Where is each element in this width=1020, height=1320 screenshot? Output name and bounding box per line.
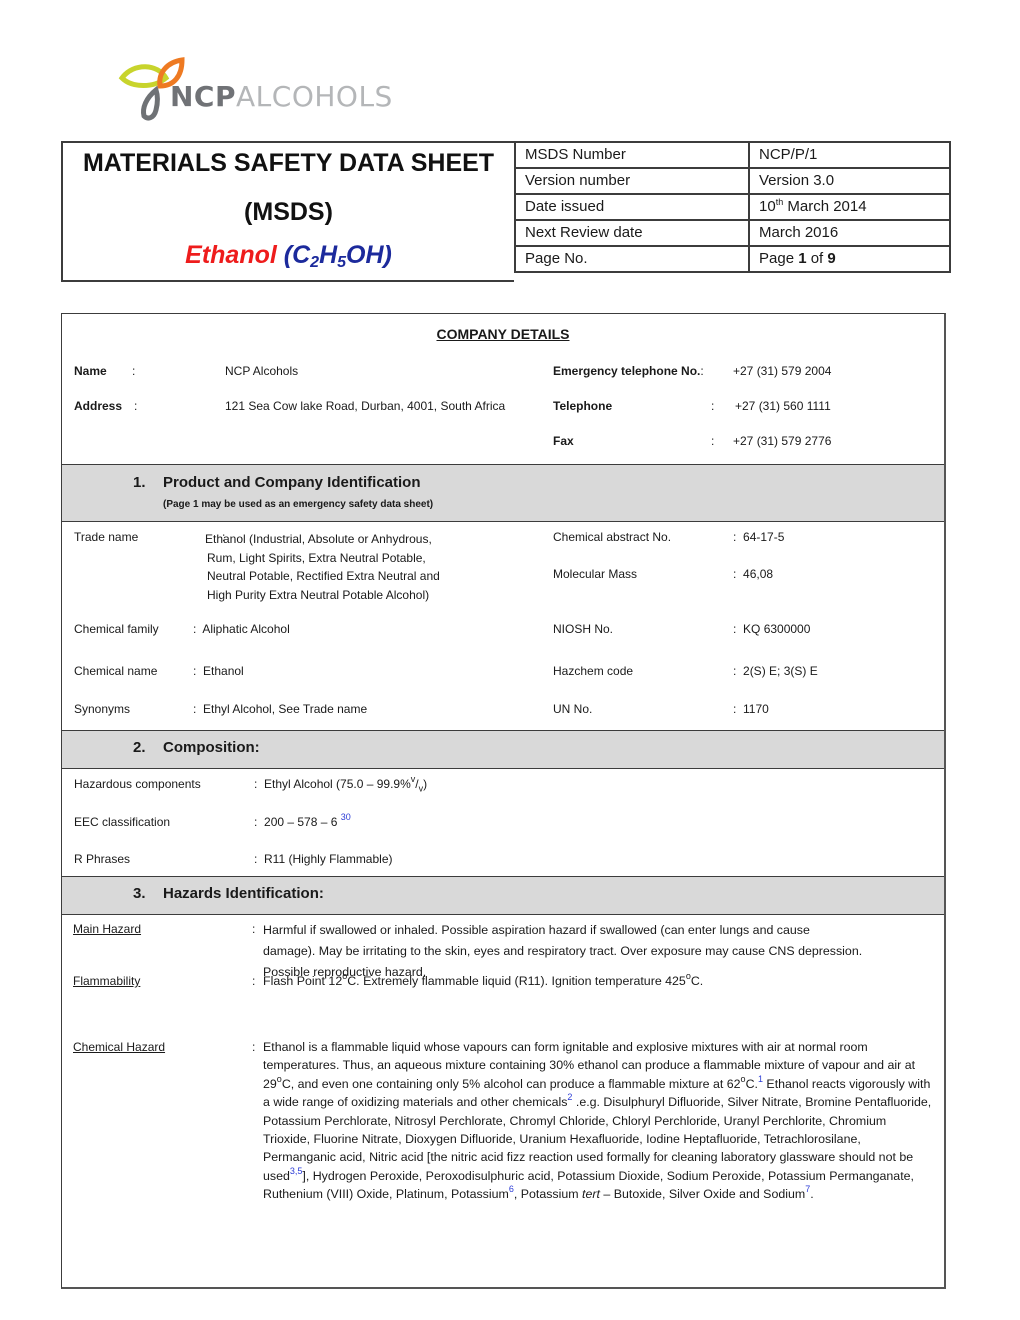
chemical-hazard-label: Chemical Hazard — [73, 1040, 166, 1054]
chemical-name-value: : Ethanol — [193, 664, 244, 678]
cas-label: Chemical abstract No. — [553, 530, 672, 544]
section-number: 1. — [133, 474, 146, 491]
meta-label: Date issued — [514, 193, 750, 221]
meta-label: Page No. — [514, 245, 750, 273]
fax-number: +27 (31) 579 2776 — [733, 434, 832, 448]
meta-value: 10th March 2014 — [748, 193, 951, 221]
chemical-family-value: : Aliphatic Alcohol — [193, 622, 290, 636]
document-meta-table: MSDS Number NCP/P/1 Version number Version… — [514, 141, 951, 273]
niosh-value: : KQ 6300000 — [733, 622, 811, 636]
meta-row: Next Review date March 2016 — [514, 219, 951, 247]
emergency-phone: +27 (31) 579 2004 — [733, 364, 832, 378]
hazchem-label: Hazchem code — [553, 664, 634, 678]
document-subtitle: (MSDS) — [244, 198, 333, 226]
section-2-header: 2. Composition: — [62, 730, 944, 769]
r-phrases-value: : R11 (Highly Flammable) — [254, 852, 393, 866]
meta-label: Version number — [514, 167, 750, 195]
chemical-family-label: Chemical family — [74, 622, 159, 636]
company-details-heading: COMPANY DETAILS — [436, 326, 570, 342]
molecular-mass-value: : 46,08 — [733, 567, 774, 581]
section-title: Hazards Identification: — [163, 885, 324, 902]
meta-value: Page 1 of 9 — [748, 245, 951, 273]
eec-classification-label: EEC classification — [74, 815, 171, 829]
company-name: NCP Alcohols — [225, 364, 299, 378]
synonyms-label: Synonyms — [74, 702, 131, 716]
flammability-label: Flammability — [73, 974, 141, 988]
meta-value: Version 3.0 — [748, 167, 951, 195]
logo-ncp: NCP — [170, 80, 237, 113]
product-formula: (C2H5OH) — [283, 241, 392, 271]
company-logo: NCPALCOHOLS — [118, 56, 392, 126]
hazardous-components-value: : Ethyl Alcohol (75.0 – 99.9%v/v) — [254, 774, 428, 794]
molecular-mass-label: Molecular Mass — [553, 567, 638, 581]
trade-name-value: Ethanol (Industrial, Absolute or Anhydro… — [205, 532, 440, 602]
trade-name-label: Trade name — [74, 530, 139, 544]
section-number: 3. — [133, 885, 146, 902]
product-name: Ethanol — [185, 241, 277, 269]
chemical-name-label: Chemical name — [74, 664, 158, 678]
colon: : — [252, 922, 256, 936]
niosh-label: NIOSH No. — [553, 622, 614, 636]
r-phrases-label: R Phrases — [74, 852, 131, 866]
colon: : — [711, 434, 715, 448]
chemical-hazard-text: Ethanol is a flammable liquid whose vapo… — [263, 1040, 932, 1202]
un-number-label: UN No. — [553, 702, 593, 716]
logo-wordmark: NCPALCOHOLS — [170, 82, 393, 112]
telephone-number: +27 (31) 560 1111 — [735, 399, 831, 413]
hazardous-components-label: Hazardous components — [74, 777, 201, 791]
colon: : — [252, 974, 256, 988]
synonyms-value: : Ethyl Alcohol, See Trade name — [193, 702, 368, 716]
document-title-box: MATERIALS SAFETY DATA SHEET (MSDS) Ethan… — [61, 141, 514, 282]
meta-label: MSDS Number — [514, 141, 750, 169]
msds-body: COMPANY DETAILS Name : NCP Alcohols Addr… — [61, 313, 946, 1289]
section-title: Composition: — [163, 739, 260, 756]
section-1-header: 1. Product and Company Identification (P… — [62, 464, 944, 522]
meta-row: Date issued 10th March 2014 — [514, 193, 951, 221]
hazchem-value: : 2(S) E; 3(S) E — [733, 664, 818, 678]
logo-alcohols: ALCOHOLS — [236, 80, 393, 113]
un-number-value: : 1170 — [733, 702, 769, 716]
section-number: 2. — [133, 739, 146, 756]
document-title: MATERIALS SAFETY DATA SHEET — [82, 149, 495, 177]
section-3-header: 3. Hazards Identification: — [62, 876, 944, 915]
product-title: Ethanol (C2H5OH) — [63, 241, 514, 272]
telephone-label: Telephone — [553, 399, 613, 413]
meta-row: Page No. Page 1 of 9 — [514, 245, 951, 273]
meta-row: Version number Version 3.0 — [514, 167, 951, 195]
meta-value: March 2016 — [748, 219, 951, 247]
colon: : — [134, 399, 138, 413]
meta-value: NCP/P/1 — [748, 141, 951, 169]
cas-value: : 64-17-5 — [733, 530, 785, 544]
section-subtitle: (Page 1 may be used as an emergency safe… — [163, 499, 434, 510]
company-address: 121 Sea Cow lake Road, Durban, 4001, Sou… — [225, 399, 506, 413]
fax-label: Fax — [553, 434, 574, 448]
meta-label: Next Review date — [514, 219, 750, 247]
emergency-phone-row: Emergency telephone No.: — [553, 364, 704, 378]
colon: : — [711, 399, 715, 413]
flammability-text: Flash Point 12oC. Extremely flammable li… — [263, 971, 704, 989]
colon: : — [132, 364, 136, 378]
meta-row: MSDS Number NCP/P/1 — [514, 141, 951, 169]
address-label: Address — [74, 399, 123, 413]
eec-classification-value: : 200 – 578 – 6 30 — [254, 812, 351, 830]
main-hazard-label: Main Hazard — [73, 922, 142, 936]
section-title: Product and Company Identification — [163, 474, 421, 491]
colon: : — [252, 1040, 256, 1054]
name-label: Name — [74, 364, 107, 378]
